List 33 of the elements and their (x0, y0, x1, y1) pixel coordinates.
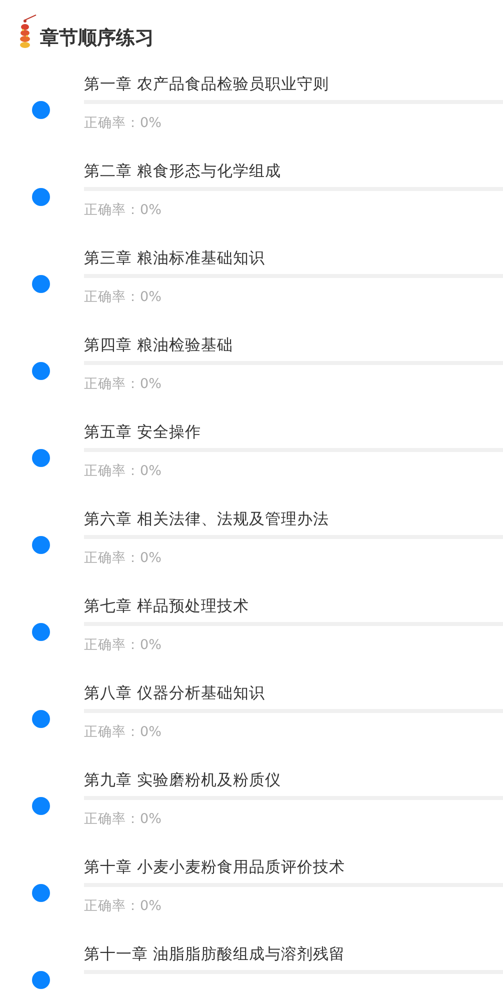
chapter-title[interactable]: 第七章 样品预处理技术 (84, 595, 503, 617)
accuracy-label: 正确率：0% (84, 549, 162, 568)
status-dot (32, 971, 50, 989)
accuracy-label: 正确率：0% (84, 114, 162, 133)
accuracy-label: 正确率：0% (84, 201, 162, 220)
status-dot (32, 536, 50, 554)
status-dot (32, 275, 50, 293)
chapter-title[interactable]: 第十一章 油脂脂肪酸组成与溶剂残留 (84, 943, 503, 965)
accuracy-label: 正确率：0% (84, 636, 162, 655)
accuracy-label: 正确率：0% (84, 810, 162, 829)
chapter-title[interactable]: 第二章 粮食形态与化学组成 (84, 160, 503, 182)
chapter-title[interactable]: 第一章 农产品食品检验员职业守则 (84, 73, 503, 95)
status-dot (32, 884, 50, 902)
chapter-title[interactable]: 第四章 粮油检验基础 (84, 334, 503, 356)
chapter-title[interactable]: 第十章 小麦小麦粉食用品质评价技术 (84, 856, 503, 878)
accuracy-label: 正确率：0% (84, 375, 162, 394)
status-dot (32, 797, 50, 815)
accuracy-label: 正确率：0% (84, 723, 162, 742)
page-title: 章节顺序练习 (40, 26, 154, 51)
status-dot (32, 449, 50, 467)
accuracy-label: 正确率：0% (84, 288, 162, 307)
chapter-title[interactable]: 第八章 仪器分析基础知识 (84, 682, 503, 704)
chapter-title[interactable]: 第六章 相关法律、法规及管理办法 (84, 508, 503, 530)
accuracy-label: 正确率：0% (84, 462, 162, 481)
accuracy-label: 正确率：0% (84, 897, 162, 916)
status-dot (32, 101, 50, 119)
status-dot (32, 362, 50, 380)
status-dot (32, 710, 50, 728)
status-dot (32, 188, 50, 206)
chapter-title[interactable]: 第三章 粮油标准基础知识 (84, 247, 503, 269)
status-dot (32, 623, 50, 641)
chapter-title[interactable]: 第九章 实验磨粉机及粉质仪 (84, 769, 503, 791)
chapter-title[interactable]: 第五章 安全操作 (84, 421, 503, 443)
